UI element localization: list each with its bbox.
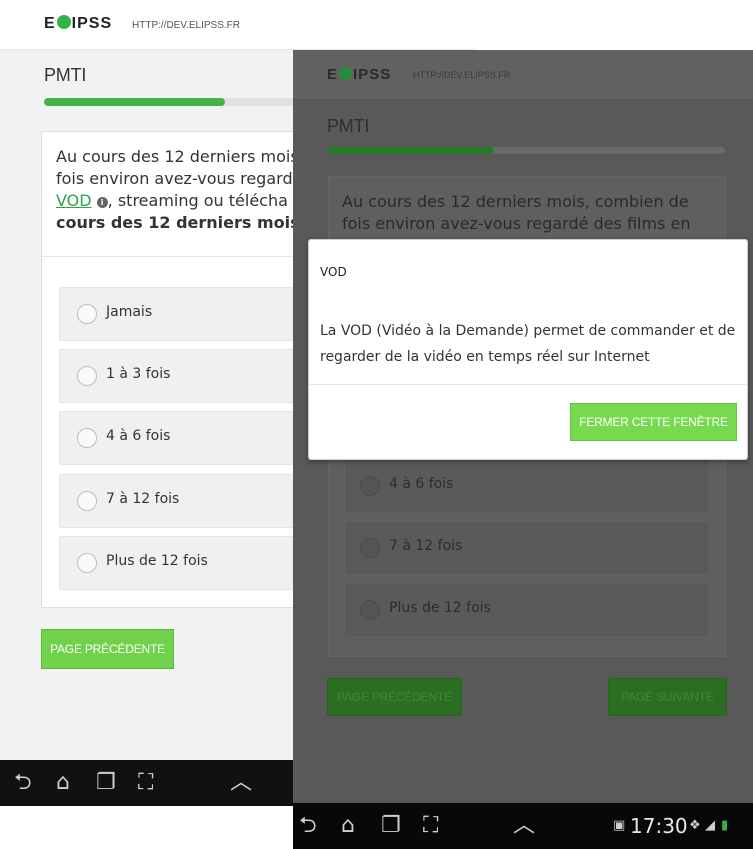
wifi-icon: ❖ (689, 818, 701, 833)
android-nav-bar: ⮌ ⌂ ❐ ⛶ ︿ ▣ 17:30 ❖ ◢ ▮ (293, 803, 753, 849)
radio-button[interactable] (77, 491, 97, 511)
dialog-title: VOD (320, 265, 347, 279)
option-label: 4 à 6 fois (389, 476, 454, 492)
option-label: Plus de 12 fois (106, 553, 208, 569)
previous-page-button[interactable]: PAGE PRÉCÉDENTE (41, 629, 174, 669)
progress-bar (327, 147, 725, 154)
up-chevron-icon[interactable]: ︿ (230, 760, 252, 806)
app-header: E IPSS HTTP://DEV.ELIPSS.FR (293, 50, 753, 100)
option-label: 7 à 12 fois (389, 538, 463, 554)
elipss-logo: E IPSS (327, 66, 392, 83)
android-nav-bar: ⮌ ⌂ ❐ ⛶ ︿ (0, 760, 300, 806)
home-icon[interactable]: ⌂ (341, 803, 355, 849)
app-header: E IPSS HTTP://DEV.ELIPSS.FR (0, 0, 474, 50)
option-label: 1 à 3 fois (106, 366, 171, 382)
progress-fill (44, 98, 225, 106)
site-url: HTTP://DEV.ELIPSS.FR (132, 20, 240, 31)
option-label: Jamais (106, 304, 153, 320)
page-title: PMTI (327, 116, 370, 136)
radio-button[interactable] (360, 538, 380, 558)
home-icon[interactable]: ⌂ (56, 760, 70, 806)
screenshot-icon[interactable]: ⛶ (138, 760, 153, 806)
radio-button[interactable] (77, 366, 97, 386)
screenshot-icon[interactable]: ⛶ (423, 803, 438, 849)
option-plus-de-12-fois[interactable]: Plus de 12 fois (344, 583, 710, 637)
divider (309, 384, 747, 385)
page-title: PMTI (44, 65, 87, 85)
battery-icon: ▮ (721, 818, 729, 833)
option-label: 4 à 6 fois (106, 428, 171, 444)
status-time: 17:30 (630, 814, 688, 838)
vod-link[interactable]: VOD (56, 191, 92, 210)
progress-fill (327, 147, 495, 154)
close-dialog-button[interactable]: FERMER CETTE FENÊTRE (570, 403, 737, 441)
radio-button[interactable] (77, 304, 97, 324)
radio-button[interactable] (77, 428, 97, 448)
dialog-body: La VOD (Vidéo à la Demande) permet de co… (320, 323, 736, 365)
radio-button[interactable] (360, 476, 380, 496)
option-label: 7 à 12 fois (106, 491, 180, 507)
signal-icon: ◢ (705, 818, 715, 833)
heart-icon (339, 67, 353, 80)
site-url: HTTP://DEV.ELIPSS.FR (413, 70, 511, 80)
heart-icon (56, 15, 71, 29)
option-label: Plus de 12 fois (389, 600, 491, 616)
gallery-icon: ▣ (613, 818, 626, 833)
recent-apps-icon[interactable]: ❐ (96, 760, 116, 806)
info-icon[interactable]: i (96, 197, 108, 208)
back-icon[interactable]: ⮌ (299, 803, 317, 849)
recent-apps-icon[interactable]: ❐ (381, 803, 401, 849)
previous-page-button[interactable]: PAGE PRÉCÉDENTE (327, 678, 462, 716)
back-icon[interactable]: ⮌ (14, 760, 32, 806)
option-7-a-12-fois[interactable]: 7 à 12 fois (344, 521, 710, 575)
up-chevron-icon[interactable]: ︿ (513, 803, 535, 849)
option-4-a-6-fois[interactable]: 4 à 6 fois (344, 459, 710, 513)
radio-button[interactable] (360, 600, 380, 620)
elipss-logo: E IPSS (44, 15, 113, 32)
question-text: Au cours des 12 derniers mois, combien d… (342, 192, 691, 233)
radio-button[interactable] (77, 553, 97, 573)
next-page-button[interactable]: PAGE SUIVANTE (608, 678, 727, 716)
vod-info-dialog: VOD La VOD (Vidéo à la Demande) permet d… (308, 239, 748, 460)
